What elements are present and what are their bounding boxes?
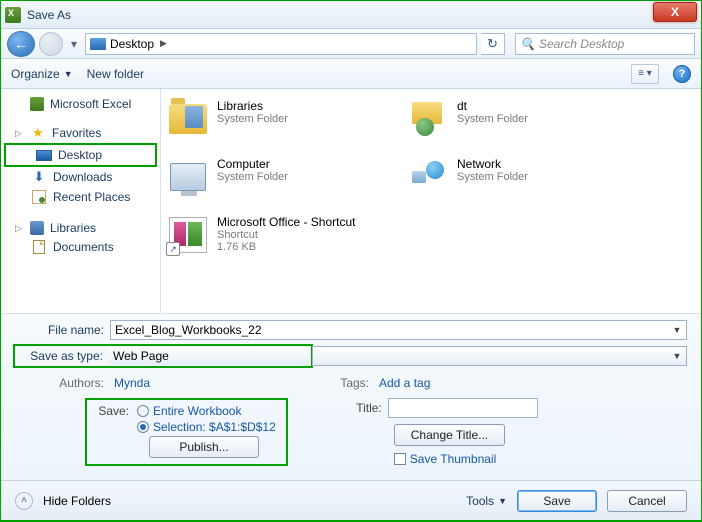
sidebar-item-excel[interactable]: Microsoft Excel	[1, 95, 160, 113]
caret-collapsed-icon[interactable]: ▷	[15, 223, 24, 234]
sidebar-item-downloads[interactable]: ⬇ Downloads	[1, 167, 160, 187]
refresh-button[interactable]: ↻	[481, 33, 505, 55]
sidebar-item-recent[interactable]: Recent Places	[1, 187, 160, 207]
user-folder-icon	[410, 102, 446, 136]
annotation-highlight: Desktop	[4, 143, 157, 167]
shortcut-arrow-icon: ↗	[166, 242, 180, 256]
dialog-footer: ˄ Hide Folders Tools ▼ Save Cancel	[1, 480, 701, 520]
change-title-button[interactable]: Change Title...	[394, 424, 505, 446]
libraries-icon	[169, 104, 207, 134]
radio-entire-workbook[interactable]	[137, 405, 149, 417]
navigation-pane: Microsoft Excel ▷ ★ Favorites Desktop ⬇ …	[1, 89, 161, 313]
sidebar-group-favorites[interactable]: ▷ ★ Favorites	[1, 123, 160, 143]
save-type-dropdown[interactable]: ▼	[312, 346, 687, 366]
file-list[interactable]: Libraries System Folder dt System Folder…	[161, 89, 701, 313]
organize-menu[interactable]: Organize ▼	[11, 67, 73, 81]
document-icon	[33, 240, 45, 254]
close-button[interactable]: X	[653, 2, 697, 22]
folder-item-network[interactable]: Network System Folder	[407, 157, 647, 209]
filename-label: File name:	[15, 323, 110, 337]
form-area: File name: Excel_Blog_Workbooks_22 ▼ Sav…	[1, 313, 701, 480]
file-item-shortcut[interactable]: ↗ Microsoft Office - Shortcut Shortcut 1…	[167, 215, 407, 273]
tools-menu[interactable]: Tools ▼	[466, 494, 507, 508]
save-thumbnail-label[interactable]: Save Thumbnail	[410, 452, 497, 466]
publish-button[interactable]: Publish...	[149, 436, 259, 458]
history-dropdown[interactable]: ▾	[67, 31, 81, 57]
computer-icon	[170, 163, 206, 191]
dialog-body: Microsoft Excel ▷ ★ Favorites Desktop ⬇ …	[1, 89, 701, 313]
chevron-down-icon[interactable]: ▼	[670, 323, 684, 337]
annotation-highlight: Save: Entire Workbook Selection: $A$1:$D…	[85, 398, 288, 466]
save-type-preview: Web Page	[109, 347, 310, 365]
search-input[interactable]: 🔍 Search Desktop	[515, 33, 695, 55]
chevron-down-icon: ▼	[64, 69, 73, 79]
download-icon: ⬇	[31, 169, 47, 185]
recent-places-icon	[32, 190, 46, 204]
tags-label: Tags:	[335, 376, 375, 390]
search-icon: 🔍	[520, 37, 535, 51]
breadcrumb-bar[interactable]: Desktop ▶	[85, 33, 477, 55]
folder-item-computer[interactable]: Computer System Folder	[167, 157, 407, 209]
authors-value[interactable]: Mynda	[114, 376, 150, 390]
back-button[interactable]: ←	[7, 31, 35, 57]
sidebar-item-desktop[interactable]: Desktop	[6, 146, 155, 164]
nav-bar: ← ▾ Desktop ▶ ↻ 🔍 Search Desktop	[1, 29, 701, 59]
caret-collapsed-icon[interactable]: ▷	[15, 128, 24, 139]
window-title: Save As	[27, 8, 653, 22]
authors-label: Authors:	[15, 376, 110, 390]
hide-folders-label[interactable]: Hide Folders	[43, 494, 111, 508]
folder-item-libraries[interactable]: Libraries System Folder	[167, 99, 407, 151]
radio-entire-workbook-label[interactable]: Entire Workbook	[153, 404, 241, 418]
chevron-down-icon: ▼	[498, 496, 507, 506]
chevron-right-icon[interactable]: ▶	[158, 38, 169, 49]
tags-value[interactable]: Add a tag	[379, 376, 430, 390]
title-input[interactable]	[388, 398, 538, 418]
titlebar: Save As X	[1, 1, 701, 29]
save-thumbnail-checkbox[interactable]	[394, 453, 406, 465]
radio-selection[interactable]	[137, 421, 149, 433]
filename-input[interactable]: Excel_Blog_Workbooks_22 ▼	[110, 320, 687, 340]
folder-item-dt[interactable]: dt System Folder	[407, 99, 647, 151]
search-placeholder: Search Desktop	[539, 37, 624, 51]
forward-button[interactable]	[39, 32, 63, 56]
network-icon	[410, 161, 446, 193]
annotation-highlight: Save as type: Web Page	[13, 344, 313, 368]
save-scope-label: Save:	[93, 404, 133, 418]
help-button[interactable]: ?	[673, 65, 691, 83]
new-folder-button[interactable]: New folder	[87, 67, 144, 81]
sidebar-group-libraries[interactable]: ▷ Libraries	[1, 219, 160, 237]
breadcrumb-location: Desktop	[110, 37, 154, 51]
toolbar: Organize ▼ New folder ≡ ▾ ?	[1, 59, 701, 89]
view-options-button[interactable]: ≡ ▾	[631, 64, 659, 84]
desktop-icon	[36, 150, 52, 161]
hide-folders-toggle[interactable]: ˄	[15, 492, 33, 510]
cancel-button[interactable]: Cancel	[607, 490, 687, 512]
save-type-label: Save as type:	[16, 349, 109, 363]
chevron-down-icon[interactable]: ▼	[670, 349, 684, 363]
excel-icon	[5, 7, 21, 23]
libraries-icon	[30, 221, 44, 235]
save-as-dialog: Save As X ← ▾ Desktop ▶ ↻ 🔍 Search Deskt…	[0, 0, 702, 521]
save-button[interactable]: Save	[517, 490, 597, 512]
office-shortcut-icon: ↗	[169, 217, 207, 253]
sidebar-item-documents[interactable]: Documents	[1, 237, 160, 257]
star-icon: ★	[30, 125, 46, 141]
excel-icon	[30, 97, 44, 111]
desktop-icon	[90, 38, 106, 50]
title-label: Title:	[348, 401, 388, 415]
radio-selection-label[interactable]: Selection: $A$1:$D$12	[153, 420, 276, 434]
